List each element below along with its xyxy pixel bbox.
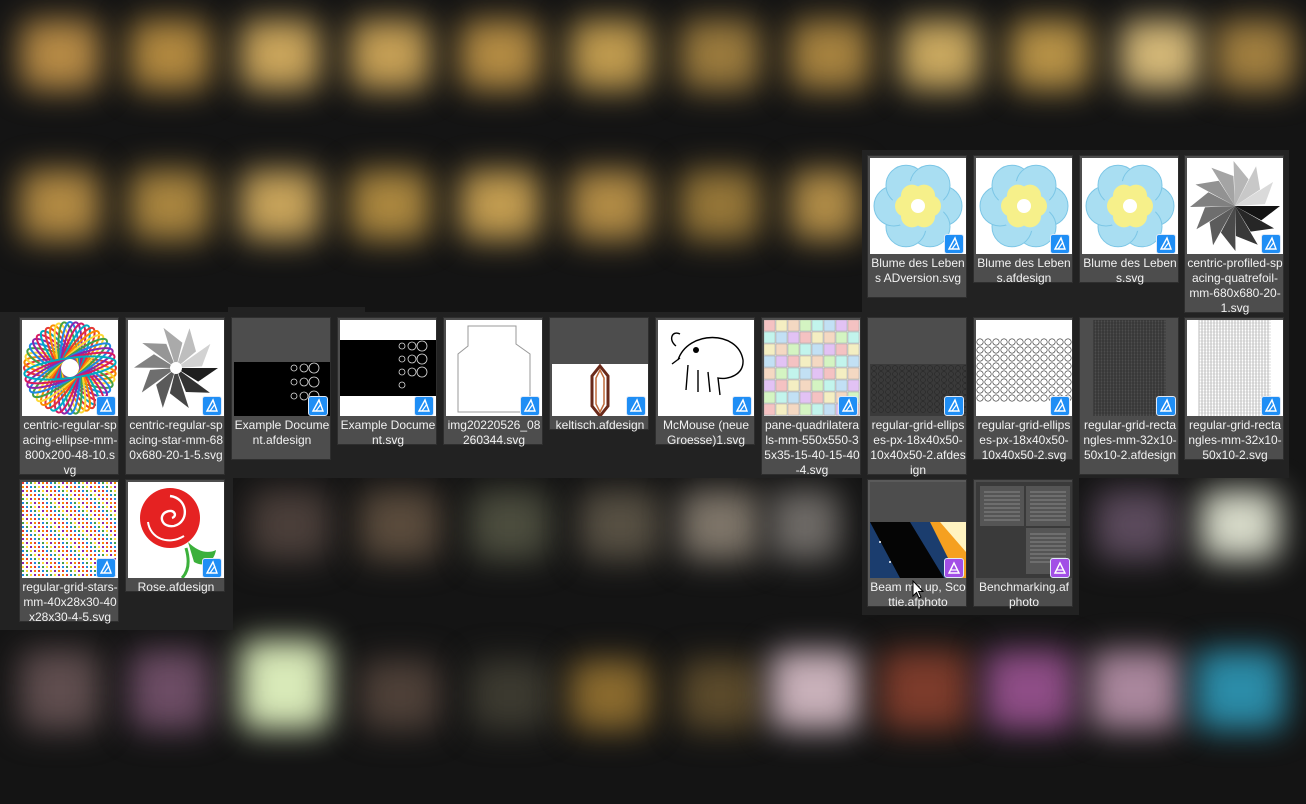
file-tile[interactable]: Rose.afdesign <box>125 479 225 594</box>
file-name-label: Blume des Lebens.svg <box>1083 256 1177 285</box>
affinity-designer-icon <box>414 396 434 416</box>
affinity-designer-icon <box>1050 396 1070 416</box>
file-tile[interactable]: regular-grid-stars-mm-40x28x30-40x28x30-… <box>19 479 119 624</box>
affinity-designer-icon <box>1261 234 1281 254</box>
file-tile[interactable]: regular-grid-rectangles-mm-32x10-50x10-2… <box>1079 317 1179 475</box>
affinity-designer-icon <box>96 396 116 416</box>
file-name-label: Blume des Lebens ADversion.svg <box>871 256 965 285</box>
affinity-designer-icon <box>626 396 646 416</box>
affinity-designer-icon <box>202 558 222 578</box>
file-name-label: centric-regular-spacing-star-mm-680x680-… <box>128 418 224 462</box>
affinity-designer-icon <box>1156 396 1176 416</box>
file-tile[interactable]: Example Document.svg <box>337 317 437 447</box>
file-name-label: Example Document.afdesign <box>234 418 330 447</box>
affinity-designer-icon <box>944 396 964 416</box>
file-tile[interactable]: Example Document.afdesign <box>231 317 331 460</box>
affinity-photo-icon <box>944 558 964 578</box>
file-name-label: centric-profiled-spacing-quatrefoil-mm-6… <box>1187 256 1283 315</box>
mouse-cursor-icon <box>912 579 925 604</box>
file-name-label: regular-grid-rectangles-mm-32x10-50x10-2… <box>1188 418 1282 462</box>
file-tile[interactable]: McMouse (neue Groesse)1.svg <box>655 317 755 447</box>
file-name-label: regular-grid-ellipses-px-18x40x50-10x40x… <box>870 418 966 477</box>
affinity-designer-icon <box>1050 234 1070 254</box>
file-tile[interactable]: regular-grid-rectangles-mm-32x10-50x10-2… <box>1184 317 1284 462</box>
file-name-label: regular-grid-ellipses-px-18x40x50-10x40x… <box>977 418 1071 462</box>
file-tile[interactable]: Blume des Lebens ADversion.svg <box>867 155 967 298</box>
file-tile[interactable]: Blume des Lebens.afdesign <box>973 155 1073 285</box>
file-name-label: centric-regular-spacing-ellipse-mm-800x2… <box>22 418 118 477</box>
file-tile[interactable]: regular-grid-ellipses-px-18x40x50-10x40x… <box>867 317 967 477</box>
file-name-label: keltisch.afdesign <box>555 418 645 432</box>
file-name-label: Benchmarking.afphoto <box>978 580 1070 609</box>
affinity-designer-icon <box>1261 396 1281 416</box>
file-tile[interactable]: keltisch.afdesign <box>549 317 649 432</box>
file-tile[interactable]: pane-quadrilaterals-mm-550x550-35x35-15-… <box>761 317 861 477</box>
file-tile[interactable]: regular-grid-ellipses-px-18x40x50-10x40x… <box>973 317 1073 462</box>
file-tile[interactable]: centric-profiled-spacing-quatrefoil-mm-6… <box>1184 155 1284 315</box>
file-tile[interactable]: centric-regular-spacing-ellipse-mm-800x2… <box>19 317 119 477</box>
file-name-label: regular-grid-stars-mm-40x28x30-40x28x30-… <box>22 580 118 624</box>
file-name-label: Blume des Lebens.afdesign <box>977 256 1071 285</box>
file-name-label: pane-quadrilaterals-mm-550x550-35x35-15-… <box>764 418 860 477</box>
affinity-photo-icon <box>1050 558 1070 578</box>
affinity-designer-icon <box>520 396 540 416</box>
file-name-label: img20220526_08260344.svg <box>447 418 541 447</box>
file-name-label: Example Document.svg <box>340 418 436 447</box>
file-tile[interactable]: Benchmarking.afphoto <box>973 479 1073 609</box>
affinity-designer-icon <box>732 396 752 416</box>
affinity-designer-icon <box>944 234 964 254</box>
file-tile[interactable]: Blume des Lebens.svg <box>1079 155 1179 285</box>
affinity-designer-icon <box>838 396 858 416</box>
file-name-label: McMouse (neue Groesse)1.svg <box>662 418 750 447</box>
file-name-label: Rose.afdesign <box>137 580 215 594</box>
file-tile[interactable]: img20220526_08260344.svg <box>443 317 543 447</box>
stack-panel-tab <box>228 307 365 315</box>
affinity-designer-icon <box>1156 234 1176 254</box>
affinity-designer-icon <box>96 558 116 578</box>
affinity-designer-icon <box>202 396 222 416</box>
file-tile[interactable]: centric-regular-spacing-star-mm-680x680-… <box>125 317 225 475</box>
affinity-designer-icon <box>308 396 328 416</box>
file-name-label: regular-grid-rectangles-mm-32x10-50x10-2… <box>1083 418 1177 462</box>
